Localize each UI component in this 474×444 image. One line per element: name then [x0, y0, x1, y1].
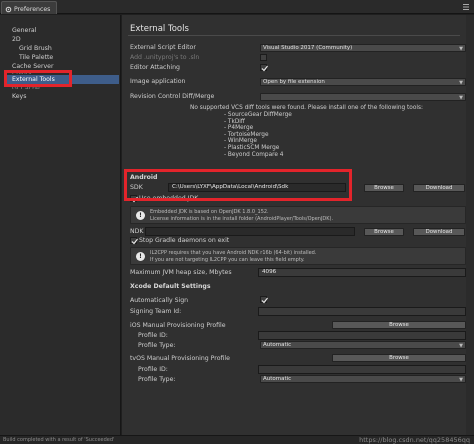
il2cpp-info-line: If you are not targeting IL2CPP you can …	[150, 257, 305, 263]
auto-sign-checkbox[interactable]	[260, 296, 268, 304]
preferences-tab[interactable]: Preferences	[1, 1, 57, 14]
max-heap-label: Maximum JVM heap size, Mbytes	[130, 269, 232, 276]
ios-profile-type-label: Profile Type:	[138, 342, 176, 349]
sidebar-item-general[interactable]: General	[12, 26, 36, 35]
gear-icon	[5, 6, 12, 12]
stop-gradle-label: Stop Gradle daemons on exit	[139, 237, 230, 244]
jdk-info-line: Embedded JDK is based on OpenJDK 1.8.0_1…	[150, 209, 269, 215]
auto-sign-label: Automatically Sign	[130, 297, 189, 304]
android-section-label: Android	[130, 174, 158, 181]
tvos-profile-id-label: Profile ID:	[138, 366, 168, 373]
info-icon: !	[136, 252, 145, 261]
list-item: - WinMerge	[224, 138, 257, 145]
sidebar-item-grid-brush[interactable]: Grid Brush	[19, 44, 52, 53]
sidebar-item-gi-cache[interactable]: GI Cache	[12, 84, 40, 89]
window-tab-bar: Preferences	[0, 0, 474, 14]
image-application-value: Open by file extension	[263, 79, 325, 85]
watermark-text: https://blog.csdn.net/qq258456qq	[359, 436, 470, 444]
revision-control-dropdown[interactable]: ▼	[260, 93, 466, 101]
sdk-browse-button[interactable]: Browse	[364, 184, 404, 192]
list-item: - TkDiff	[224, 118, 245, 125]
use-embedded-jdk-checkbox[interactable]	[130, 195, 138, 203]
ios-profile-type-value: Automatic	[263, 342, 292, 348]
checkmark-icon	[261, 297, 268, 304]
image-application-dropdown[interactable]: Open by file extension ▼	[260, 78, 466, 86]
checkmark-icon	[131, 196, 138, 203]
vcs-notice-text: No supported VCS diff tools were found. …	[190, 105, 423, 111]
stop-gradle-checkbox[interactable]	[130, 237, 138, 245]
revision-control-label: Revision Control Diff/Merge	[130, 93, 215, 100]
il2cpp-info-line: IL2CPP requires that you have Android ND…	[150, 250, 317, 256]
status-bar: Build completed with a result of 'Succee…	[0, 435, 474, 444]
ndk-download-button[interactable]: Download	[413, 228, 465, 236]
signing-team-field[interactable]	[258, 307, 466, 316]
chevron-down-icon: ▼	[459, 46, 463, 52]
tvos-profile-type-label: Profile Type:	[138, 376, 176, 383]
status-text: Build completed with a result of 'Succee…	[3, 437, 115, 443]
add-unityproj-label: Add .unityproj's to .sln	[130, 54, 200, 61]
jdk-info-box: ! Embedded JDK is based on OpenJDK 1.8.0…	[130, 206, 466, 224]
ndk-browse-button[interactable]: Browse	[364, 228, 404, 236]
chevron-down-icon: ▼	[459, 95, 463, 101]
ndk-label: NDK	[130, 228, 144, 235]
xcode-section-label: Xcode Default Settings	[130, 283, 211, 290]
tvos-profile-label: tvOS Manual Provisioning Profile	[130, 355, 230, 362]
list-item: - TortoiseMerge	[224, 131, 269, 138]
preferences-sidebar: General 2D Grid Brush Tile Palette Cache…	[0, 15, 121, 435]
preferences-tab-label: Preferences	[14, 5, 51, 13]
chevron-down-icon: ▼	[459, 343, 463, 349]
vertical-scrollbar[interactable]	[466, 15, 474, 435]
jdk-info-line: License information is in the install fo…	[150, 216, 334, 222]
sidebar-item-tile-palette[interactable]: Tile Palette	[19, 53, 53, 62]
list-item: - PlasticSCM Merge	[224, 144, 280, 151]
chevron-down-icon: ▼	[459, 80, 463, 86]
signing-team-label: Signing Team Id:	[130, 308, 182, 315]
ios-profile-id-field[interactable]	[258, 331, 466, 340]
sdk-label: SDK	[130, 184, 143, 191]
chevron-down-icon: ▼	[459, 377, 463, 383]
script-editor-dropdown[interactable]: Visual Studio 2017 (Community) ▼	[260, 44, 466, 52]
list-item: - P4Merge	[224, 125, 254, 132]
script-editor-label: External Script Editor	[130, 44, 196, 51]
sdk-path-field[interactable]: C:\Users\LYXF\AppData\Local\Android\Sdk	[168, 183, 346, 192]
window-menu-icon[interactable]	[462, 3, 470, 11]
sidebar-item-colors[interactable]: Colors	[12, 69, 31, 74]
sidebar-item-2d[interactable]: 2D	[12, 35, 21, 44]
tvos-browse-button[interactable]: Browse	[332, 354, 466, 362]
page-title: External Tools	[130, 24, 189, 34]
use-embedded-jdk-label: Use embedded JDK	[139, 195, 199, 202]
image-application-label: Image application	[130, 78, 186, 85]
title-divider	[128, 35, 460, 36]
checkmark-icon	[131, 238, 138, 245]
sdk-download-button[interactable]: Download	[413, 184, 465, 192]
sidebar-item-keys[interactable]: Keys	[12, 92, 26, 101]
tvos-profile-type-dropdown[interactable]: Automatic ▼	[260, 375, 466, 383]
add-unityproj-checkbox[interactable]	[260, 54, 267, 61]
ios-profile-type-dropdown[interactable]: Automatic ▼	[260, 341, 466, 349]
ndk-path-field[interactable]	[145, 227, 355, 236]
ios-browse-button[interactable]: Browse	[332, 321, 466, 329]
sidebar-item-external-tools[interactable]: External Tools	[4, 75, 119, 84]
list-item: - SourceGear DiffMerge	[224, 112, 292, 118]
ios-profile-id-label: Profile ID:	[138, 332, 168, 339]
ios-profile-label: iOS Manual Provisioning Profile	[130, 322, 226, 329]
info-icon: !	[136, 211, 145, 220]
max-heap-field[interactable]: 4096	[258, 268, 466, 277]
checkmark-icon	[261, 65, 268, 72]
list-item: - Beyond Compare 4	[224, 151, 284, 158]
script-editor-value: Visual Studio 2017 (Community)	[263, 45, 353, 51]
external-tools-panel: External Tools External Script Editor Vi…	[122, 15, 474, 435]
il2cpp-info-box: ! IL2CPP requires that you have Android …	[130, 247, 466, 265]
vcs-tools-list: - SourceGear DiffMerge - TkDiff - P4Merg…	[224, 112, 292, 158]
editor-attaching-label: Editor Attaching	[130, 64, 180, 71]
tvos-profile-id-field[interactable]	[258, 365, 466, 374]
tvos-profile-type-value: Automatic	[263, 376, 292, 382]
editor-attaching-checkbox[interactable]	[260, 64, 268, 72]
